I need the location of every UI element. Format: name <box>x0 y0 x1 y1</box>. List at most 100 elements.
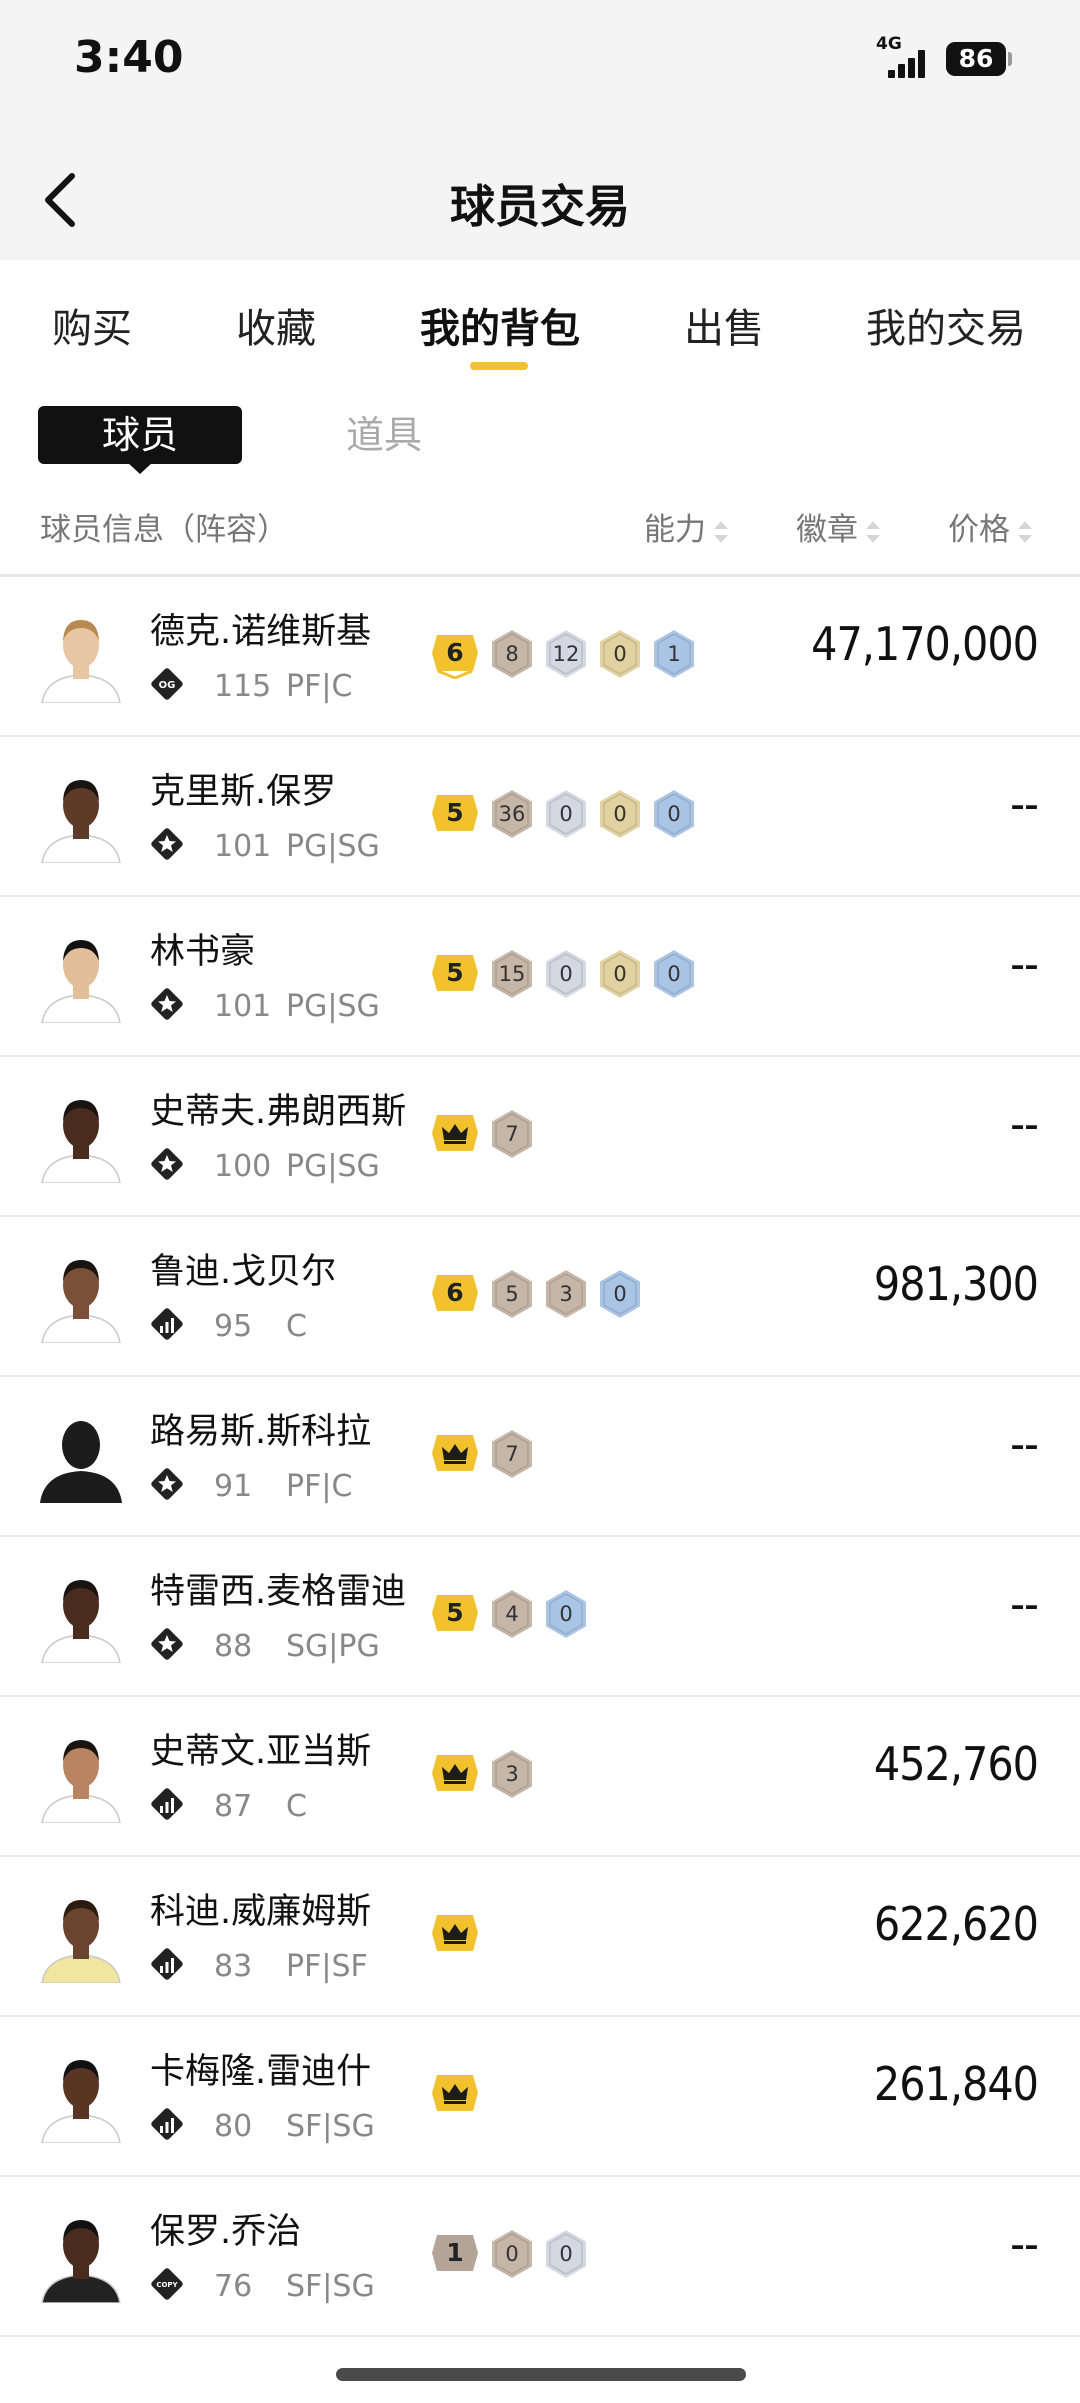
player-rating: 100 <box>214 1149 272 1184</box>
player-rating: 83 <box>214 1949 253 1984</box>
player-row[interactable]: 路易斯.斯科拉 91 PF|C 7 -- <box>0 1377 1080 1537</box>
badge-count: 0 <box>613 802 627 826</box>
player-rating: 87 <box>214 1789 253 1824</box>
player-rating: 101 <box>214 829 272 864</box>
badge-bronze-hexagon: 3 <box>542 1267 590 1321</box>
player-name: 鲁迪.戈贝尔 <box>150 1252 337 1292</box>
badge-blue-hexagon: 0 <box>596 1267 644 1321</box>
player-name: 克里斯.保罗 <box>150 772 337 812</box>
badge-count: 36 <box>498 802 526 826</box>
column-price[interactable]: 价格 <box>948 504 1032 549</box>
player-row[interactable]: 德克.诺维斯基 OG 115 PF|C 6 8 12 0 1 47,170,000 <box>0 577 1080 737</box>
badge-count: 7 <box>505 1122 519 1146</box>
player-avatar <box>36 931 126 1023</box>
ability-level-value: 5 <box>446 798 464 827</box>
badge-gold-hexagon: 0 <box>596 947 644 1001</box>
player-row[interactable]: 特雷西.麦格雷迪 88 SG|PG 5 4 0 -- <box>0 1537 1080 1697</box>
player-rating: 88 <box>214 1629 253 1664</box>
badge-blue-hexagon: 0 <box>650 787 698 841</box>
card-star-icon <box>148 1625 186 1663</box>
player-row[interactable]: 史蒂夫.弗朗西斯 100 PG|SG 7 -- <box>0 1057 1080 1217</box>
player-position: PG|SG <box>286 829 380 864</box>
column-badge[interactable]: 徽章 <box>796 504 880 549</box>
player-price: -- <box>1010 937 1039 991</box>
battery-tip <box>1008 52 1012 66</box>
badge-count: 3 <box>505 1762 519 1786</box>
column-ability[interactable]: 能力 <box>644 504 728 549</box>
badge-bronze-hexagon: 7 <box>488 1427 536 1481</box>
player-avatar <box>36 1731 126 1823</box>
crown-level-icon <box>430 1913 480 1959</box>
player-position: SG|PG <box>286 1629 380 1664</box>
player-name: 史蒂夫.弗朗西斯 <box>150 1092 407 1132</box>
badge-count: 0 <box>559 2242 573 2266</box>
svg-text:OG: OG <box>159 680 176 691</box>
player-rating: 101 <box>214 989 272 1024</box>
badge-count: 0 <box>505 2242 519 2266</box>
card-star-icon <box>148 825 186 863</box>
crown-level-icon <box>430 2073 480 2119</box>
player-position: C <box>286 1789 307 1824</box>
badge-bronze-hexagon: 0 <box>488 2227 536 2281</box>
segment-pointer <box>127 462 153 474</box>
player-avatar <box>36 2051 126 2143</box>
card-og-icon: OG <box>148 665 186 703</box>
ability-level-badge: 6 <box>430 633 480 680</box>
tab-buy[interactable]: 购买 <box>52 296 132 354</box>
sort-icon <box>1018 520 1032 544</box>
player-avatar <box>36 1251 126 1343</box>
cellular-signal-icon: 4G <box>876 34 930 78</box>
ability-level-value: 6 <box>446 1278 464 1307</box>
player-position: SF|SG <box>286 2109 375 2144</box>
badge-count: 15 <box>498 962 526 986</box>
player-row[interactable]: 科迪.威廉姆斯 83 PF|SF 622,620 <box>0 1857 1080 2017</box>
sort-icon <box>714 520 728 544</box>
player-price: -- <box>1010 1417 1039 1471</box>
card-bars-icon <box>148 1305 186 1343</box>
player-row[interactable]: 史蒂文.亚当斯 87 C 3 452,760 <box>0 1697 1080 1857</box>
badge-count: 8 <box>505 642 519 666</box>
tab-my-backpack[interactable]: 我的背包 <box>420 296 580 354</box>
player-avatar <box>36 771 126 863</box>
player-position: PF|SF <box>286 1949 368 1984</box>
card-bars-icon <box>148 1785 186 1823</box>
player-row[interactable]: 卡梅隆.雷迪什 80 SF|SG 261,840 <box>0 2017 1080 2177</box>
player-name: 保罗.乔治 <box>150 2212 302 2252</box>
player-rating: 80 <box>214 2109 253 2144</box>
player-rating: 115 <box>214 669 272 704</box>
badge-count: 4 <box>505 1602 519 1626</box>
player-position: SF|SG <box>286 2269 375 2304</box>
crown-level-icon <box>430 1753 480 1799</box>
player-silhouette-avatar <box>36 1411 126 1503</box>
badge-blue-hexagon: 1 <box>650 627 698 681</box>
column-badge-label: 徽章 <box>796 512 858 548</box>
badge-silver-hexagon: 12 <box>542 627 590 681</box>
badge-count: 0 <box>559 962 573 986</box>
segment-players[interactable]: 球员 <box>38 406 242 464</box>
page-title: 球员交易 <box>449 180 630 233</box>
badge-count: 0 <box>613 1282 627 1306</box>
badge-gold-hexagon: 0 <box>596 787 644 841</box>
badge-count: 0 <box>667 802 681 826</box>
badge-count: 5 <box>505 1282 519 1306</box>
player-row[interactable]: 林书豪 101 PG|SG 5 15 0 0 0 -- <box>0 897 1080 1057</box>
player-row[interactable]: 保罗.乔治 COPY 76 SF|SG 1 0 0 -- <box>0 2177 1080 2337</box>
player-row[interactable]: 鲁迪.戈贝尔 95 C 6 5 3 0 981,300 <box>0 1217 1080 1377</box>
badge-bronze-hexagon: 7 <box>488 1107 536 1161</box>
tab-sell[interactable]: 出售 <box>684 296 764 354</box>
segment-items[interactable]: 道具 <box>324 406 444 464</box>
player-price: 622,620 <box>873 1897 1039 1951</box>
svg-text:COPY: COPY <box>156 2281 178 2289</box>
tab-my-trades[interactable]: 我的交易 <box>866 296 1026 354</box>
tab-favorites[interactable]: 收藏 <box>236 296 316 354</box>
badge-bronze-hexagon: 5 <box>488 1267 536 1321</box>
player-name: 特雷西.麦格雷迪 <box>150 1572 407 1612</box>
player-avatar <box>36 2211 126 2303</box>
ability-level-badge: 5 <box>430 953 480 999</box>
ability-level-badge: 5 <box>430 793 480 839</box>
player-position: PF|C <box>286 1469 353 1504</box>
player-avatar <box>36 1571 126 1663</box>
player-position: PF|C <box>286 669 353 704</box>
player-row[interactable]: 克里斯.保罗 101 PG|SG 5 36 0 0 0 -- <box>0 737 1080 897</box>
player-position: PG|SG <box>286 1149 380 1184</box>
